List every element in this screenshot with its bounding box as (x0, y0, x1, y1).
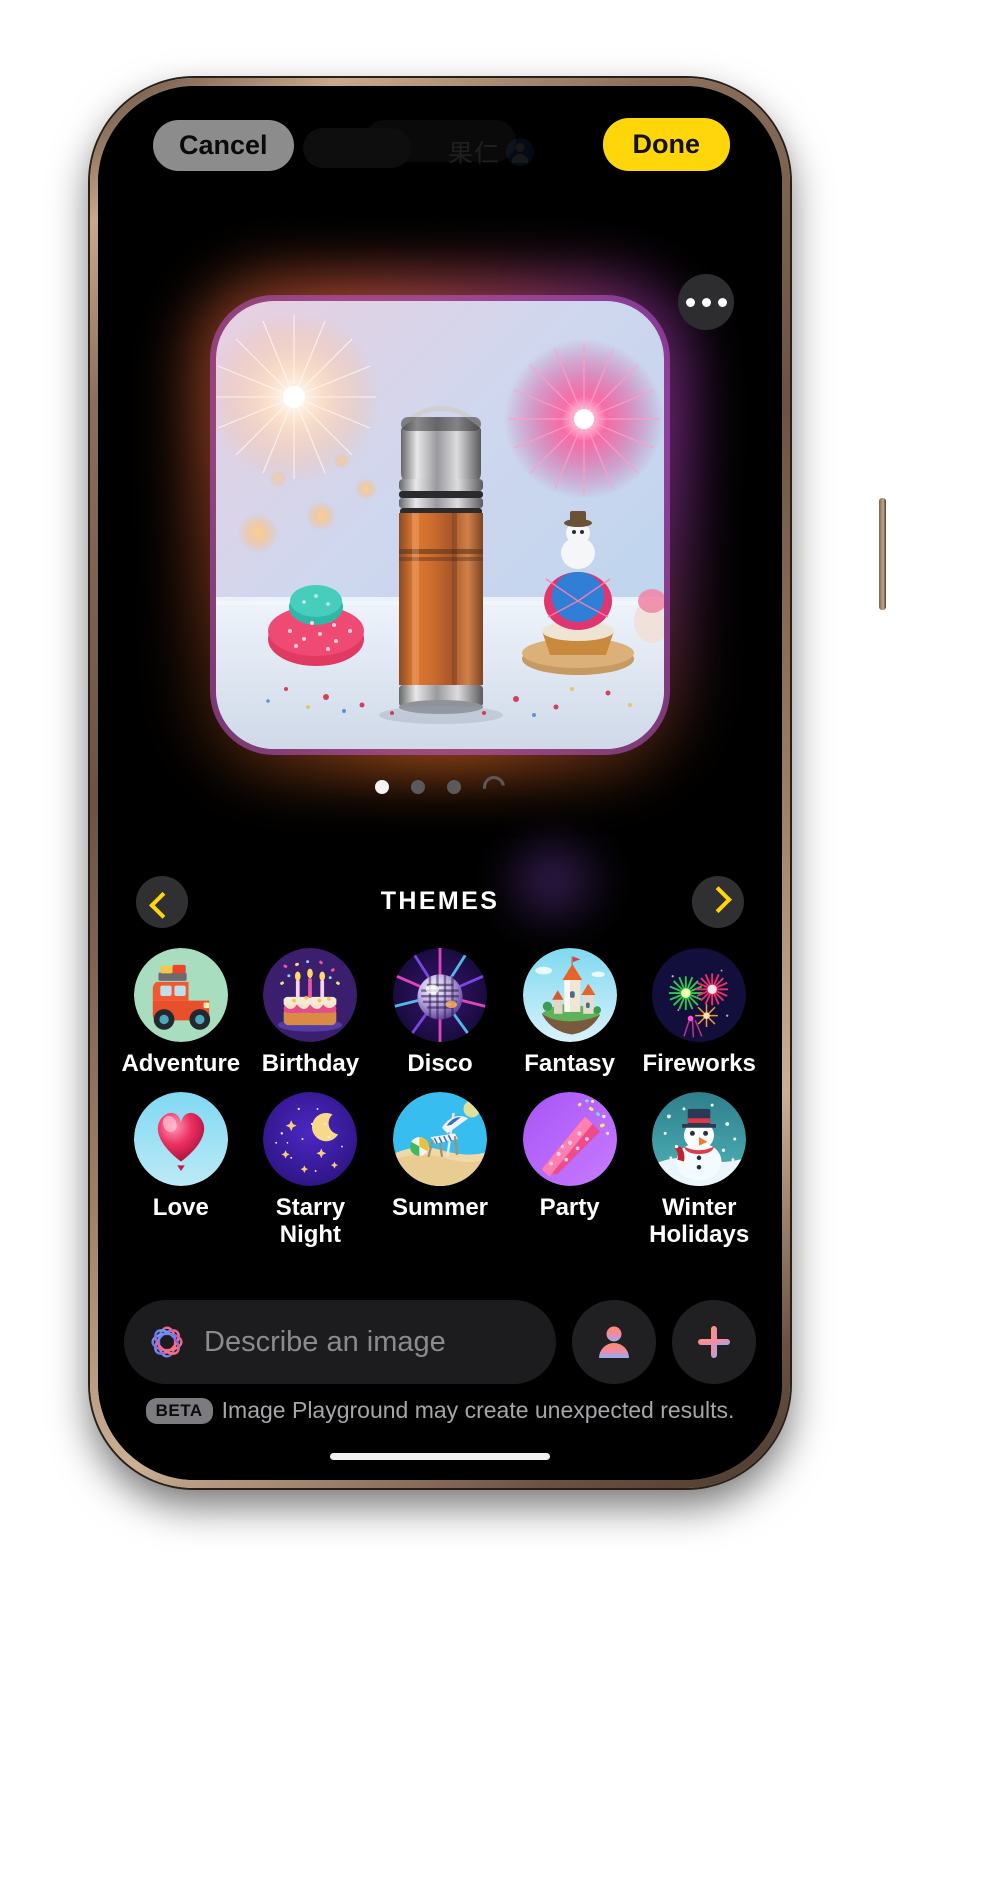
snowman-icon (652, 1091, 747, 1186)
themes-next-button[interactable] (692, 876, 744, 928)
theme-label: Birthday (261, 1050, 360, 1077)
page-dot-3[interactable] (447, 780, 461, 794)
theme-label: Disco (407, 1050, 473, 1077)
theme-label: Adventure (121, 1050, 241, 1077)
add-content-button[interactable] (672, 1300, 756, 1384)
cancel-button[interactable]: Cancel (153, 120, 294, 171)
prompt-bar: Describe an image (98, 1300, 782, 1384)
theme-item-summer[interactable]: Summer (375, 1091, 505, 1249)
person-badge-icon (506, 138, 535, 166)
theme-item-birthday[interactable]: Birthday (246, 948, 376, 1078)
generated-image-art (216, 301, 664, 749)
power-button[interactable] (879, 498, 886, 610)
spinner-icon (478, 771, 510, 803)
themes-grid: Adventure Birthday Disco Fantasy Firewor… (98, 948, 782, 1249)
fireworks-icon (652, 948, 747, 1042)
page-indicator (375, 771, 510, 803)
theme-label: Love (152, 1193, 209, 1221)
more-options-button[interactable] (678, 274, 734, 330)
themes-header: THEMES (98, 876, 782, 936)
page-dot-1[interactable] (375, 780, 389, 794)
disco-ball-icon (392, 948, 487, 1042)
generated-image[interactable] (216, 301, 664, 749)
theme-label: Party (539, 1193, 600, 1221)
plus-icon (698, 1326, 730, 1358)
disclaimer-text: Image Playground may create unexpected r… (221, 1397, 735, 1423)
phone-bezel: Cancel 果仁 Done THEMES Adventure Birthday… (98, 86, 782, 1480)
heart-balloon-icon (133, 1091, 228, 1186)
watermark-pill (303, 128, 411, 168)
person-icon (599, 1326, 629, 1358)
describe-image-input[interactable]: Describe an image (124, 1300, 556, 1384)
theme-label: Summer (391, 1193, 489, 1221)
jeep-icon (133, 948, 228, 1042)
add-person-button[interactable] (572, 1300, 656, 1384)
done-button[interactable]: Done (602, 118, 730, 171)
theme-item-fantasy[interactable]: Fantasy (505, 948, 635, 1078)
home-indicator[interactable] (330, 1453, 550, 1460)
theme-item-party[interactable]: Party (505, 1091, 635, 1249)
top-toolbar: Cancel 果仁 Done (98, 114, 782, 186)
watermark: 果仁 (448, 134, 535, 170)
theme-item-love[interactable]: Love (116, 1091, 246, 1249)
moon-stars-icon (263, 1091, 358, 1186)
theme-item-disco[interactable]: Disco (375, 948, 505, 1078)
theme-item-fireworks[interactable]: Fireworks (634, 948, 764, 1078)
iphone-device-frame: Cancel 果仁 Done THEMES Adventure Birthday… (90, 78, 886, 1488)
theme-label: Winter Holidays (649, 1193, 750, 1248)
theme-label: Fantasy (524, 1050, 615, 1077)
beta-badge: BETA (145, 1397, 213, 1424)
castle-icon (522, 948, 617, 1042)
theme-label: Fireworks (642, 1050, 756, 1077)
chevron-right-icon (704, 885, 732, 913)
themes-title: THEMES (380, 887, 500, 915)
party-popper-icon (522, 1091, 617, 1186)
prompt-placeholder: Describe an image (204, 1325, 446, 1358)
beta-disclaimer: BETA Image Playground may create unexpec… (98, 1397, 782, 1424)
ellipsis-icon (717, 297, 727, 307)
generated-image-container[interactable] (186, 271, 694, 779)
theme-item-adventure[interactable]: Adventure (116, 948, 246, 1078)
watermark-label: 果仁 (448, 140, 501, 168)
image-playground-screen: Cancel 果仁 Done THEMES Adventure Birthday… (98, 86, 782, 1480)
theme-label: Starry Night (275, 1193, 346, 1248)
beach-chair-icon (392, 1091, 487, 1186)
screenshot-canvas: Cancel 果仁 Done THEMES Adventure Birthday… (0, 0, 1000, 1890)
theme-item-winter-holidays[interactable]: Winter Holidays (634, 1091, 764, 1249)
ellipsis-icon (685, 297, 695, 307)
birthday-cake-icon (263, 948, 358, 1042)
ellipsis-icon (701, 297, 711, 307)
apple-intelligence-ring-icon (146, 1321, 188, 1363)
theme-item-starry-night[interactable]: Starry Night (246, 1091, 376, 1249)
page-dot-2[interactable] (411, 780, 425, 794)
